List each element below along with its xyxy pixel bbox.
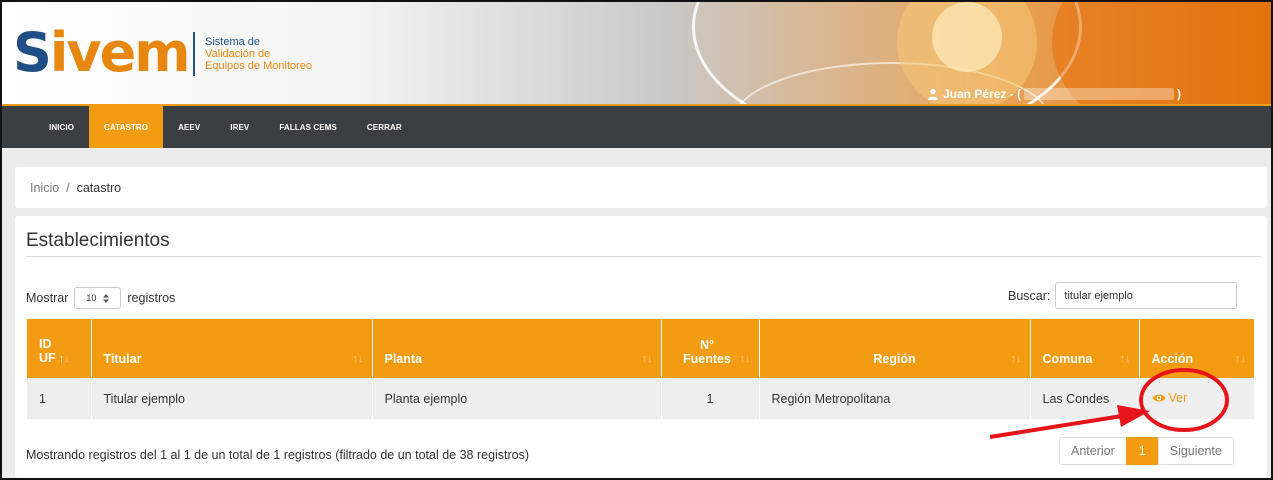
breadcrumb-home[interactable]: Inicio	[30, 181, 59, 195]
nav-item-fallas-cems[interactable]: FALLAS CEMS	[264, 106, 352, 148]
ver-link-label: Ver	[1168, 391, 1188, 405]
table-info: Mostrando registros del 1 al 1 de un tot…	[26, 448, 530, 462]
nav-item-inicio[interactable]: INICIO	[34, 106, 89, 148]
col-header-comuna[interactable]: Comuna ↑↓	[1030, 319, 1140, 378]
breadcrumb-current: catastro	[76, 181, 122, 195]
updown-caret-icon	[103, 293, 110, 303]
sort-icon: ↓	[64, 353, 70, 365]
cell-id-uf: 1	[27, 378, 92, 419]
user-menu[interactable]: Juan Pérez - ( )	[927, 86, 1181, 102]
logo[interactable]: Sivem	[13, 26, 191, 80]
ver-link[interactable]: Ver	[1152, 391, 1188, 405]
pagination: Anterior 1 Siguiente	[1059, 437, 1234, 465]
col-header-titular[interactable]: Titular ↑↓	[91, 319, 373, 378]
table-row: 1 Titular ejemplo Planta ejemplo 1 Regió…	[27, 378, 1254, 419]
user-icon	[928, 88, 938, 100]
header-decoration	[932, 2, 1002, 72]
cell-planta: Planta ejemplo	[372, 378, 662, 419]
sort-icon: ↑↓	[641, 353, 653, 365]
cell-accion: Ver	[1139, 378, 1254, 419]
breadcrumb: Inicio / catastro	[15, 167, 1267, 208]
nav-item-cerrar[interactable]: CERRAR	[352, 106, 417, 148]
site-header: Sivem Sistema de Validación de Equipos d…	[2, 2, 1271, 104]
logo-subtitle-line3: Equipos de Monitoreo	[205, 60, 313, 72]
eye-icon	[1152, 394, 1165, 402]
pagination-page[interactable]: 1	[1125, 437, 1159, 465]
nav-item-aeev[interactable]: AEEV	[163, 106, 215, 148]
search-input[interactable]	[1055, 282, 1238, 309]
title-divider	[26, 256, 1261, 257]
cell-region: Región Metropolitana	[759, 378, 1031, 419]
user-id-redacted	[1024, 88, 1175, 100]
col-header-id-uf[interactable]: ID UF ↑↓	[27, 319, 92, 378]
sort-icon: ↑↓	[1010, 353, 1022, 365]
logo-divider	[193, 32, 195, 76]
user-name: Juan Pérez - (	[943, 87, 1022, 101]
show-suffix: registros	[127, 291, 176, 305]
logo-subtitle-line1: Sistema de	[205, 36, 261, 48]
search-label: Buscar:	[1008, 288, 1051, 303]
show-label: Mostrar	[26, 291, 69, 305]
user-name-close: )	[1177, 87, 1182, 101]
main-nav: INICIO CATASTRO AEEV IREV FALLAS CEMS CE…	[2, 106, 1271, 148]
breadcrumb-separator: /	[66, 181, 70, 195]
cell-comuna: Las Condes	[1030, 378, 1140, 419]
logo-subtitle: Sistema de Validación de Equipos de Moni…	[205, 36, 312, 72]
cell-fuentes: 1	[661, 378, 760, 419]
col-header-fuentes[interactable]: N° Fuentes ↑↓	[661, 319, 760, 378]
nav-item-irev[interactable]: IREV	[215, 106, 264, 148]
establecimientos-table: ID UF ↑↓ Titular ↑↓ Planta ↑↓ N° Fuentes ↑↓ …	[27, 319, 1254, 419]
page-length-control: Mostrar 10 registros	[26, 287, 175, 309]
sort-icon: ↑↓	[1119, 353, 1131, 365]
table-header-row: ID UF ↑↓ Titular ↑↓ Planta ↑↓ N° Fuentes ↑↓ …	[27, 319, 1254, 378]
cell-titular: Titular ejemplo	[91, 378, 373, 419]
sort-icon: ↑↓	[739, 353, 751, 365]
nav-item-catastro[interactable]: CATASTRO	[89, 106, 164, 148]
logo-subtitle-line2: Validación de	[205, 48, 271, 60]
pagination-prev[interactable]: Anterior	[1059, 437, 1127, 465]
page-length-select[interactable]: 10	[74, 287, 122, 309]
col-header-planta[interactable]: Planta ↑↓	[372, 319, 662, 378]
col-header-region[interactable]: Región ↑↓	[759, 319, 1031, 378]
sort-icon: ↑↓	[1235, 353, 1246, 365]
page-title: Establecimientos	[26, 230, 170, 251]
sort-icon: ↑↓	[352, 353, 364, 365]
page-length-value: 10	[86, 293, 97, 303]
establecimientos-panel: Establecimientos Mostrar 10 registros Bu…	[15, 216, 1267, 478]
search-control: Buscar:	[1008, 282, 1238, 309]
pagination-next[interactable]: Siguiente	[1157, 437, 1234, 465]
col-header-accion[interactable]: Acción ↑↓	[1139, 319, 1254, 378]
